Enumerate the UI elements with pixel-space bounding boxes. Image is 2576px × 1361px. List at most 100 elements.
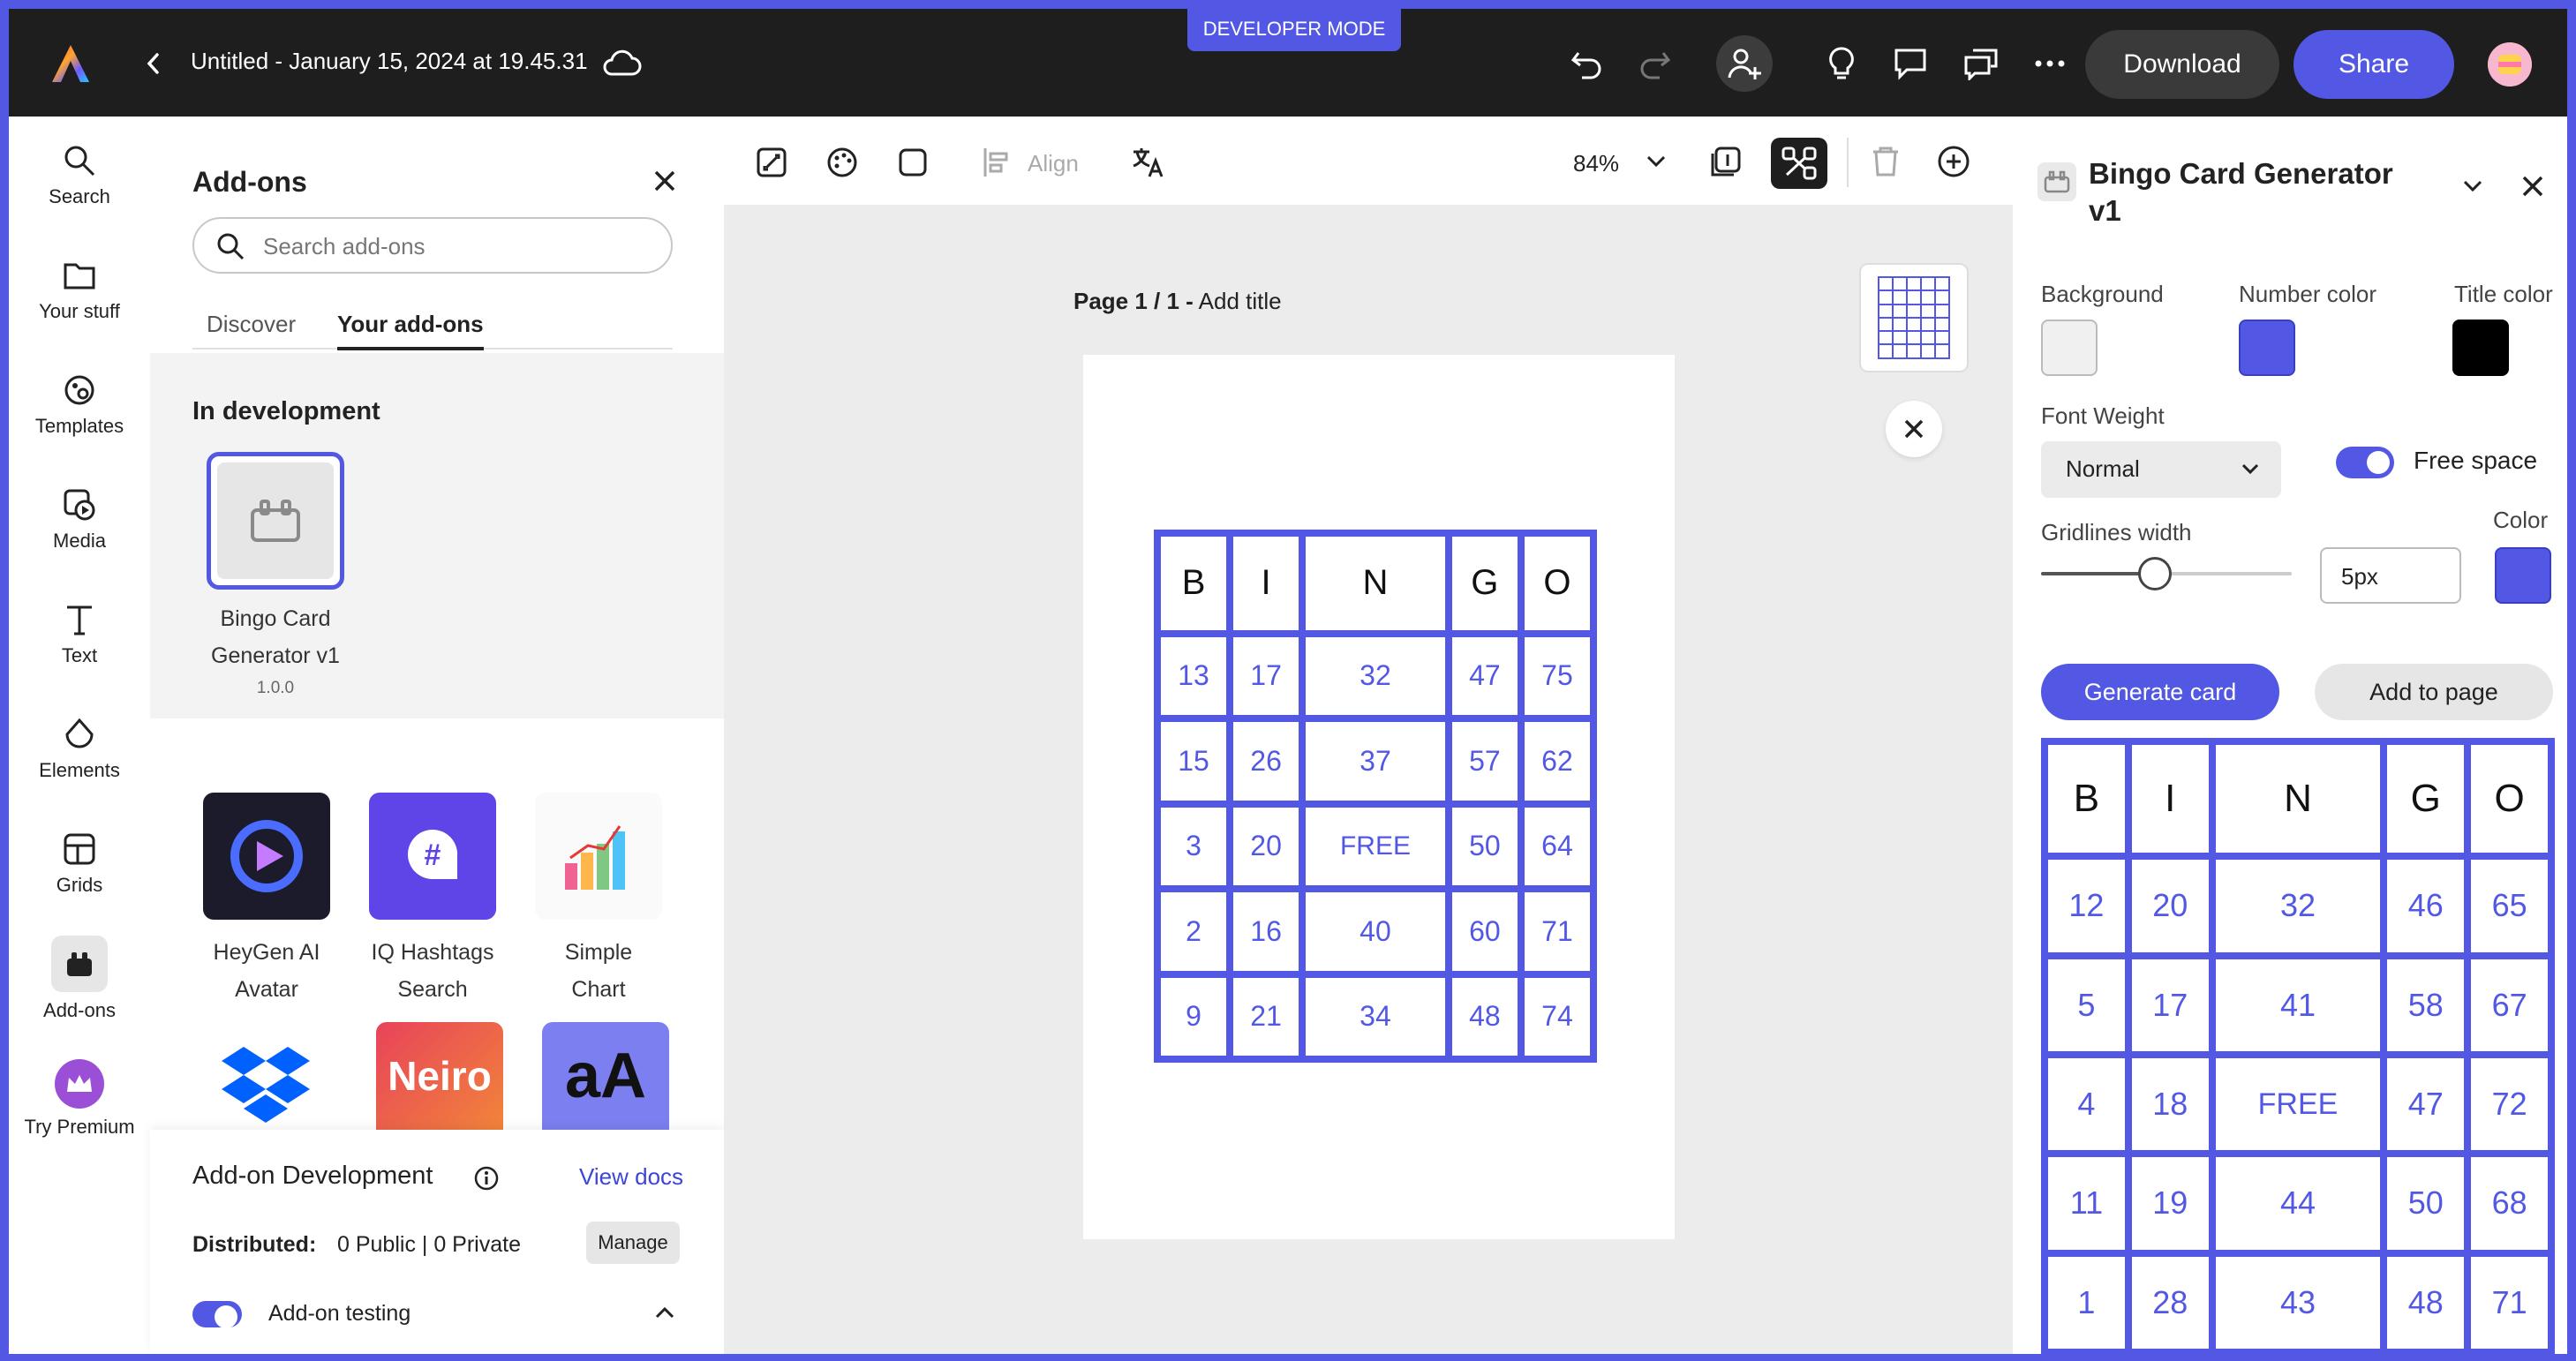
grid-color-swatch[interactable]	[2495, 547, 2551, 604]
bingo-row: 13 17 32 47 75	[1153, 629, 1598, 723]
rail-item-templates[interactable]: Templates	[9, 372, 150, 438]
bingo-cell: 20	[1226, 800, 1307, 893]
bingo-header-row: BINGO	[2041, 737, 2555, 861]
chevron-up-icon[interactable]	[653, 1303, 676, 1322]
rail-item-text[interactable]: Text	[9, 602, 150, 667]
aa-addon[interactable]: aA	[542, 1022, 669, 1130]
bingo-row: 1 28 43 48 71	[2041, 1249, 2555, 1354]
invite-user-icon[interactable]	[1716, 35, 1773, 92]
undo-icon[interactable]	[1568, 44, 1607, 83]
bingo-row: 5 17 41 58 67	[2041, 951, 2555, 1058]
bingo-cell: 67	[2464, 951, 2555, 1058]
background-color-swatch[interactable]	[2041, 320, 2098, 376]
close-addon-icon[interactable]	[1886, 401, 1942, 457]
addon-name-line: Avatar	[235, 977, 298, 1002]
adobe-express-logo-icon[interactable]	[44, 37, 97, 90]
font-weight-label: Font Weight	[2041, 402, 2165, 429]
free-space-label: Free space	[2414, 447, 2538, 474]
rail-item-addons[interactable]: Add-ons	[9, 936, 150, 1022]
close-icon[interactable]	[2520, 173, 2546, 199]
addon-active-icon[interactable]	[1771, 138, 1827, 189]
palette-icon[interactable]	[826, 147, 858, 178]
manage-button[interactable]: Manage	[586, 1222, 680, 1264]
lightbulb-icon[interactable]	[1822, 44, 1861, 83]
bingo-cell: 72	[2464, 1050, 2555, 1158]
chevron-down-icon[interactable]	[2461, 178, 2484, 194]
addon-development-title: Add-on Development	[192, 1162, 433, 1190]
addon-name-line: HeyGen AI	[213, 940, 320, 965]
addons-title: Add-ons	[192, 166, 307, 198]
rail-item-grids[interactable]: Grids	[9, 831, 150, 897]
gridlines-width-input[interactable]: 5px	[2320, 547, 2461, 604]
pages-icon[interactable]	[1709, 145, 1743, 178]
font-weight-value: Normal	[2066, 455, 2140, 482]
elements-icon	[65, 718, 94, 748]
avatar[interactable]	[2488, 42, 2532, 86]
rail-label: Search	[49, 185, 110, 207]
dropbox-logo-icon[interactable]	[217, 1040, 314, 1130]
addon-name-line: Chart	[571, 977, 626, 1002]
add-page-icon[interactable]	[1937, 145, 1970, 178]
bingo-cell: 21	[1226, 970, 1307, 1063]
addon-name-line: Search	[397, 977, 468, 1002]
chevron-down-icon[interactable]	[1646, 154, 1667, 169]
info-icon[interactable]	[473, 1165, 500, 1192]
rail-item-your-stuff[interactable]: Your stuff	[9, 258, 150, 323]
font-weight-select[interactable]: Normal	[2041, 441, 2281, 498]
present-comments-icon[interactable]	[1962, 44, 2000, 83]
title-color-label: Title color	[2454, 281, 2553, 307]
generate-card-button[interactable]: Generate card	[2041, 664, 2279, 720]
rail-item-media[interactable]: Media	[9, 487, 150, 553]
gridlines-slider-track[interactable]	[2041, 557, 2292, 590]
add-to-page-button[interactable]: Add to page	[2315, 664, 2553, 720]
redo-icon[interactable]	[1635, 44, 1674, 83]
resize-icon[interactable]	[756, 147, 787, 178]
shape-icon[interactable]	[897, 147, 929, 178]
bingo-addon-tile[interactable]	[207, 452, 344, 590]
document-page[interactable]: B I N G O 13 17 32 47 75 15 26 37 57 62 3 20 FREE 50 64 2 16 4…	[1083, 355, 1675, 1239]
title-color-swatch[interactable]	[2452, 320, 2509, 376]
page-thumbnail[interactable]	[1859, 263, 1969, 372]
addon-testing-toggle[interactable]	[192, 1301, 242, 1328]
rail-item-elements[interactable]: Elements	[9, 717, 150, 782]
search-icon	[217, 233, 245, 260]
share-button[interactable]: Share	[2294, 30, 2454, 99]
bingo-card-canvas[interactable]: B I N G O 13 17 32 47 75 15 26 37 57 62 3 20 FREE 50 64 2 16 4…	[1153, 530, 1598, 1063]
view-docs-link[interactable]: View docs	[579, 1163, 683, 1191]
aa-logo-text: aA	[564, 1041, 647, 1111]
rail-label: Elements	[39, 759, 120, 781]
tab-discover[interactable]: Discover	[207, 311, 296, 338]
neiro-addon[interactable]: Neiro	[376, 1022, 503, 1130]
bingo-header-cell: N	[2208, 737, 2388, 861]
rail-item-try-premium[interactable]: Try Premium	[9, 1059, 150, 1139]
addons-search-input[interactable]: Search add-ons	[192, 217, 673, 274]
align-icon[interactable]	[982, 147, 1010, 178]
addon-name-line: Simple	[564, 940, 633, 965]
bingo-header-cell: G	[1444, 530, 1525, 637]
close-icon[interactable]	[650, 166, 680, 196]
download-button[interactable]: Download	[2085, 30, 2279, 99]
gridlines-slider-handle[interactable]	[2138, 557, 2172, 590]
heygen-addon[interactable]: HeyGen AI Avatar	[201, 793, 332, 1008]
align-label[interactable]: Align	[1028, 150, 1079, 177]
crown-icon	[55, 1059, 104, 1109]
zoom-level[interactable]: 84%	[1573, 150, 1619, 177]
bingo-row: 2 16 40 60 71	[1153, 885, 1598, 978]
iq-hashtags-addon[interactable]: # IQ Hashtags Search	[367, 793, 498, 1008]
addon-testing-label: Add-on testing	[268, 1301, 411, 1326]
document-title[interactable]: Untitled - January 15, 2024 at 19.45.31	[191, 48, 588, 75]
free-space-toggle[interactable]	[2336, 447, 2394, 478]
comment-icon[interactable]	[1891, 44, 1930, 83]
tab-your-addons[interactable]: Your add-ons	[337, 311, 484, 350]
number-color-swatch[interactable]	[2239, 320, 2295, 376]
delete-icon[interactable]	[1870, 145, 1902, 178]
more-options-icon[interactable]	[2030, 44, 2069, 83]
simple-chart-addon[interactable]: Simple Chart	[533, 793, 664, 1008]
back-chevron-icon[interactable]	[136, 46, 171, 81]
rail-item-search[interactable]: Search	[9, 143, 150, 208]
add-title-link[interactable]: Add title	[1199, 288, 1282, 314]
chevron-down-icon	[2241, 463, 2259, 475]
cloud-sync-icon[interactable]	[600, 48, 643, 79]
translate-icon[interactable]	[1130, 145, 1165, 180]
bingo-row: 4 18 FREE 47 72	[2041, 1050, 2555, 1158]
